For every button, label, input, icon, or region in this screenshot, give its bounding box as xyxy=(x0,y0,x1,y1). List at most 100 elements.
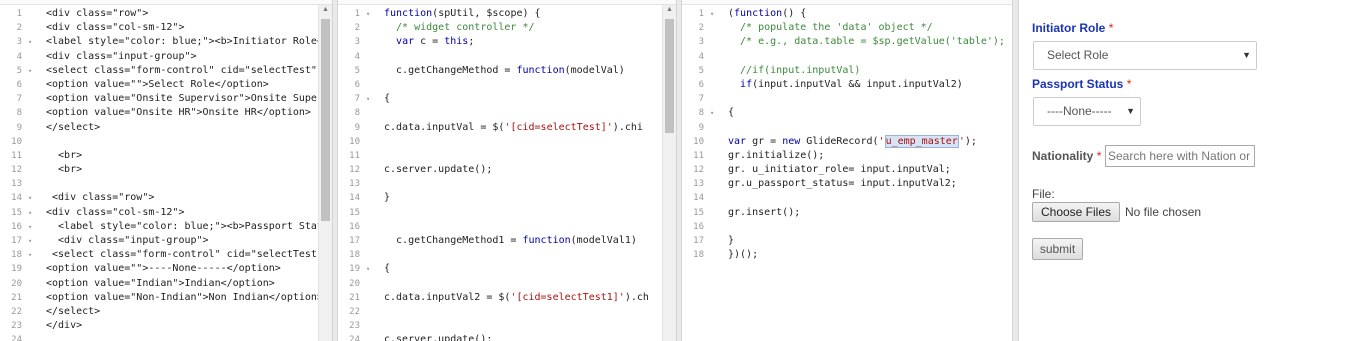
fold-arrow-icon[interactable]: ▾ xyxy=(366,7,370,21)
code-line[interactable]: 21 c.data.inputVal2 = $('[cid=selectTest1… xyxy=(338,291,676,305)
code-line[interactable]: 6 if(input.inputVal && input.inputVal2) xyxy=(682,78,1012,92)
code-line[interactable]: 8 xyxy=(338,106,676,120)
code-line[interactable]: 9 c.data.inputVal = $('[cid=selectTest]')… xyxy=(338,121,676,135)
code-line[interactable]: 18})(); xyxy=(682,248,1012,262)
code-line[interactable]: 17} xyxy=(682,234,1012,248)
code-line[interactable]: 1 ▾ (function() { xyxy=(682,7,1012,21)
code-line[interactable]: 9 xyxy=(682,121,1012,135)
nationality-search-input[interactable]: Search here with Nation or N xyxy=(1105,145,1255,167)
vertical-scrollbar[interactable]: ▲ xyxy=(318,5,332,341)
code-line[interactable]: 15 gr.insert(); xyxy=(682,206,1012,220)
code-line[interactable]: 15 ▾ <div class="col-sm-12"> xyxy=(0,206,332,220)
code-line[interactable]: 5 //if(input.inputVal) xyxy=(682,64,1012,78)
code-line[interactable]: 6 <option value="">Select Role</option> xyxy=(0,78,332,92)
fold-arrow-icon[interactable]: ▾ xyxy=(366,262,370,276)
code-line[interactable]: 8 <option value="Onsite HR">Onsite HR</op… xyxy=(0,106,332,120)
code-line[interactable]: 16 ▾ <label style="color: blue;"><b>Passp… xyxy=(0,220,332,234)
fold-arrow-icon[interactable]: ▾ xyxy=(28,64,32,78)
code-line[interactable]: 19 <option value="">----None-----</option… xyxy=(0,262,332,276)
fold-arrow-icon[interactable]: ▾ xyxy=(28,191,32,205)
code-line[interactable]: 7 ▾ { xyxy=(338,92,676,106)
code-line[interactable]: 11 gr.initialize(); xyxy=(682,149,1012,163)
code-line[interactable]: 2 /* widget controller */ xyxy=(338,21,676,35)
code-line[interactable]: 18 ▾ <select class="form-control" cid="se… xyxy=(0,248,332,262)
code-line[interactable]: 22 xyxy=(338,305,676,319)
code-line[interactable]: 24 c.server.update(); xyxy=(338,333,676,341)
code-line[interactable]: 1 <div class="row"> xyxy=(0,7,332,21)
code-line[interactable]: 23 xyxy=(338,319,676,333)
code-line[interactable]: 24 xyxy=(0,333,332,341)
code-line[interactable]: 13 gr.u_passport_status= input.inputVal2; xyxy=(682,177,1012,191)
code-line[interactable]: 13 xyxy=(0,177,332,191)
fold-arrow-icon[interactable]: ▾ xyxy=(28,220,32,234)
code-line[interactable]: 10 xyxy=(0,135,332,149)
scrollbar-thumb[interactable] xyxy=(321,19,330,221)
fold-arrow-icon[interactable]: ▾ xyxy=(28,206,32,220)
code-line[interactable]: 12 gr. u_initiator_role= input.inputVal; xyxy=(682,163,1012,177)
scroll-up-icon[interactable]: ▲ xyxy=(319,6,332,13)
code-line[interactable]: 14 xyxy=(682,191,1012,205)
code-line[interactable]: 1 ▾ function(spUtil, $scope) { xyxy=(338,7,676,21)
fold-arrow-icon[interactable]: ▾ xyxy=(28,35,32,49)
code-lines[interactable]: 1 ▾ function(spUtil, $scope) {2 /* widget … xyxy=(338,7,676,341)
code-line[interactable]: 15 xyxy=(338,206,676,220)
code-line[interactable]: 2 /* populate the 'data' object */ xyxy=(682,21,1012,35)
fold-arrow-icon[interactable]: ▾ xyxy=(28,234,32,248)
code-line[interactable]: 17 ▾ <div class="input-group"> xyxy=(0,234,332,248)
submit-button[interactable]: submit xyxy=(1032,238,1083,260)
code-line[interactable]: 20 <option value="Indian">Indian</option> xyxy=(0,277,332,291)
html-template-editor[interactable]: 1 <div class="row"> 2 <div class="col-sm-12… xyxy=(0,0,332,341)
scroll-up-icon[interactable]: ▲ xyxy=(663,6,676,13)
passport-status-label: Passport Status * xyxy=(1032,77,1132,91)
passport-status-select[interactable]: ----None----- ▼ xyxy=(1033,97,1141,126)
code-line[interactable]: 3 ▾ <label style="color: blue;"><b>Initiat… xyxy=(0,35,332,49)
code-line[interactable]: 11 xyxy=(338,149,676,163)
scrollbar-thumb[interactable] xyxy=(665,19,674,133)
code-line[interactable]: 3 var c = this; xyxy=(338,35,676,49)
code-line[interactable]: 4 <div class="input-group"> xyxy=(0,50,332,64)
vertical-scrollbar[interactable]: ▲ xyxy=(662,5,676,341)
code-line[interactable]: 16 xyxy=(338,220,676,234)
code-line[interactable]: 9 </select> xyxy=(0,121,332,135)
initiator-role-select[interactable]: Select Role ▼ xyxy=(1033,41,1257,70)
code-line[interactable]: 6 xyxy=(338,78,676,92)
code-line[interactable]: 22 </select> xyxy=(0,305,332,319)
line-number: 5 xyxy=(16,65,22,76)
code-line[interactable]: 3 /* e.g., data.table = $sp.getValue('ta… xyxy=(682,35,1012,49)
code-line[interactable]: 10 var gr = new GlideRecord('u_emp_master… xyxy=(682,134,1012,149)
code-line[interactable]: 20 xyxy=(338,277,676,291)
code-line[interactable]: 14 ▾ <div class="row"> xyxy=(0,191,332,205)
fold-arrow-icon[interactable]: ▾ xyxy=(366,92,370,106)
pane-divider[interactable] xyxy=(1012,0,1019,341)
code-line[interactable]: 5 c.getChangeMethod = function(modelVal) xyxy=(338,64,676,78)
code-line[interactable]: 2 <div class="col-sm-12"> xyxy=(0,21,332,35)
code-line[interactable]: 11 <br> xyxy=(0,149,332,163)
server-script-editor[interactable]: 1 ▾ (function() {2 /* populate the 'data' … xyxy=(682,0,1012,341)
code-line[interactable]: 4 xyxy=(338,50,676,64)
code-lines[interactable]: 1 <div class="row"> 2 <div class="col-sm-12… xyxy=(0,7,332,341)
code-line[interactable]: 16 xyxy=(682,220,1012,234)
fold-arrow-icon[interactable]: ▾ xyxy=(28,248,32,262)
client-script-editor[interactable]: 1 ▾ function(spUtil, $scope) {2 /* widget … xyxy=(338,0,676,341)
code-lines[interactable]: 1 ▾ (function() {2 /* populate the 'data' … xyxy=(682,7,1012,262)
line-number: 4 xyxy=(698,51,704,62)
code-line[interactable]: 14} xyxy=(338,191,676,205)
code-line[interactable]: 18 xyxy=(338,248,676,262)
code-line[interactable]: 7 <option value="Onsite Supervisor">Onsit… xyxy=(0,92,332,106)
code-line[interactable]: 12 c.server.update(); xyxy=(338,163,676,177)
code-line[interactable]: 23 </div> xyxy=(0,319,332,333)
fold-arrow-icon[interactable]: ▾ xyxy=(710,106,714,120)
code-line[interactable]: 7 xyxy=(682,92,1012,106)
code-line[interactable]: 10 xyxy=(338,135,676,149)
fold-arrow-icon[interactable]: ▾ xyxy=(710,7,714,21)
code-line[interactable]: 5 ▾ <select class="form-control" cid="sele… xyxy=(0,64,332,78)
code-line[interactable]: 21 <option value="Non-Indian">Non Indian<… xyxy=(0,291,332,305)
code-line[interactable]: 4 xyxy=(682,50,1012,64)
code-line[interactable]: 19 ▾ { xyxy=(338,262,676,276)
no-file-chosen-text: No file chosen xyxy=(1125,205,1202,219)
code-line[interactable]: 17 c.getChangeMethod1 = function(modelVa… xyxy=(338,234,676,248)
code-line[interactable]: 12 <br> xyxy=(0,163,332,177)
code-line[interactable]: 13 xyxy=(338,177,676,191)
code-line[interactable]: 8 ▾ { xyxy=(682,106,1012,120)
choose-files-button[interactable]: Choose Files xyxy=(1032,202,1120,222)
